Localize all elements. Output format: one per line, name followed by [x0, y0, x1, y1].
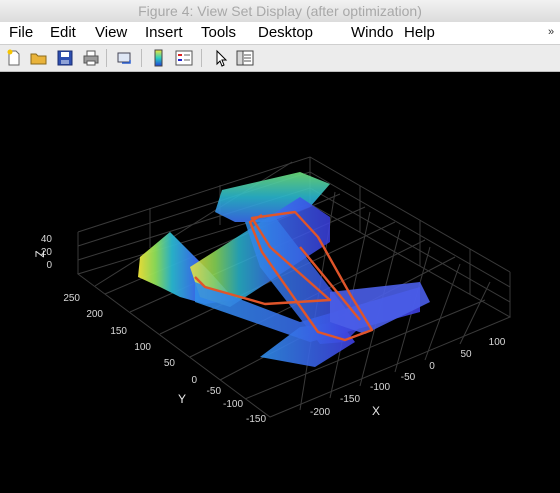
menu-insert[interactable]: Insert — [145, 24, 183, 41]
y-tick-label: 150 — [110, 326, 127, 337]
menu-desktop[interactable]: Desktop — [258, 24, 313, 41]
x-tick-label: -200 — [310, 407, 330, 418]
y-axis-label: Y — [178, 392, 186, 406]
property-inspector-icon[interactable] — [236, 49, 254, 67]
z-axis-label: Z — [33, 250, 47, 257]
link-icon[interactable] — [116, 49, 134, 67]
legend-icon[interactable] — [175, 49, 193, 67]
window-titlebar: Figure 4: View Set Display (after optimi… — [0, 0, 560, 23]
x-tick-label: 50 — [460, 349, 472, 360]
x-axis-label: X — [372, 404, 380, 418]
y-tick-label: -100 — [223, 399, 243, 410]
colorbar-icon[interactable] — [150, 49, 168, 67]
toolbar-separator — [201, 49, 202, 67]
x-tick-label: 100 — [489, 337, 506, 348]
new-figure-icon[interactable] — [5, 49, 23, 67]
toolbar-separator — [106, 49, 107, 67]
save-icon[interactable] — [56, 49, 74, 67]
menu-file[interactable]: File — [9, 24, 33, 41]
menu-tools[interactable]: Tools — [201, 24, 236, 41]
open-file-icon[interactable] — [30, 49, 48, 67]
x-tick-label: -150 — [340, 394, 360, 405]
menu-help[interactable]: Help — [404, 24, 435, 41]
point-cloud-plot[interactable]: 40 20 0 Z 250 200 150 100 50 0 -50 -100 … — [0, 72, 560, 493]
y-tick-label: 200 — [86, 309, 103, 320]
y-tick-label: -50 — [207, 386, 222, 397]
cloud-right-arm — [330, 282, 430, 334]
y-tick-label: 250 — [63, 293, 80, 304]
y-tick-label: 0 — [191, 375, 197, 386]
print-icon[interactable] — [82, 49, 100, 67]
z-tick-label: 40 — [41, 234, 53, 245]
menu-edit[interactable]: Edit — [50, 24, 76, 41]
y-tick-label: 50 — [164, 358, 176, 369]
x-tick-label: -50 — [401, 372, 416, 383]
toolbar — [0, 45, 560, 72]
z-axis: 40 20 0 Z — [33, 234, 52, 271]
pointer-icon[interactable] — [212, 49, 230, 67]
y-tick-label: 100 — [134, 342, 151, 353]
y-tick-label: -150 — [246, 414, 266, 425]
menu-bar: File Edit View Insert Tools Desktop Wind… — [0, 22, 560, 45]
window-title: Figure 4: View Set Display (after optimi… — [138, 3, 422, 19]
chevron-right-icon[interactable]: » — [548, 26, 554, 38]
x-tick-label: 0 — [429, 361, 435, 372]
x-tick-label: -100 — [370, 382, 390, 393]
figure-axes[interactable]: 40 20 0 Z 250 200 150 100 50 0 -50 -100 … — [0, 72, 560, 493]
toolbar-separator — [141, 49, 142, 67]
menu-view[interactable]: View — [95, 24, 127, 41]
menu-window[interactable]: Windo — [351, 24, 394, 41]
z-tick-label: 0 — [46, 260, 52, 271]
